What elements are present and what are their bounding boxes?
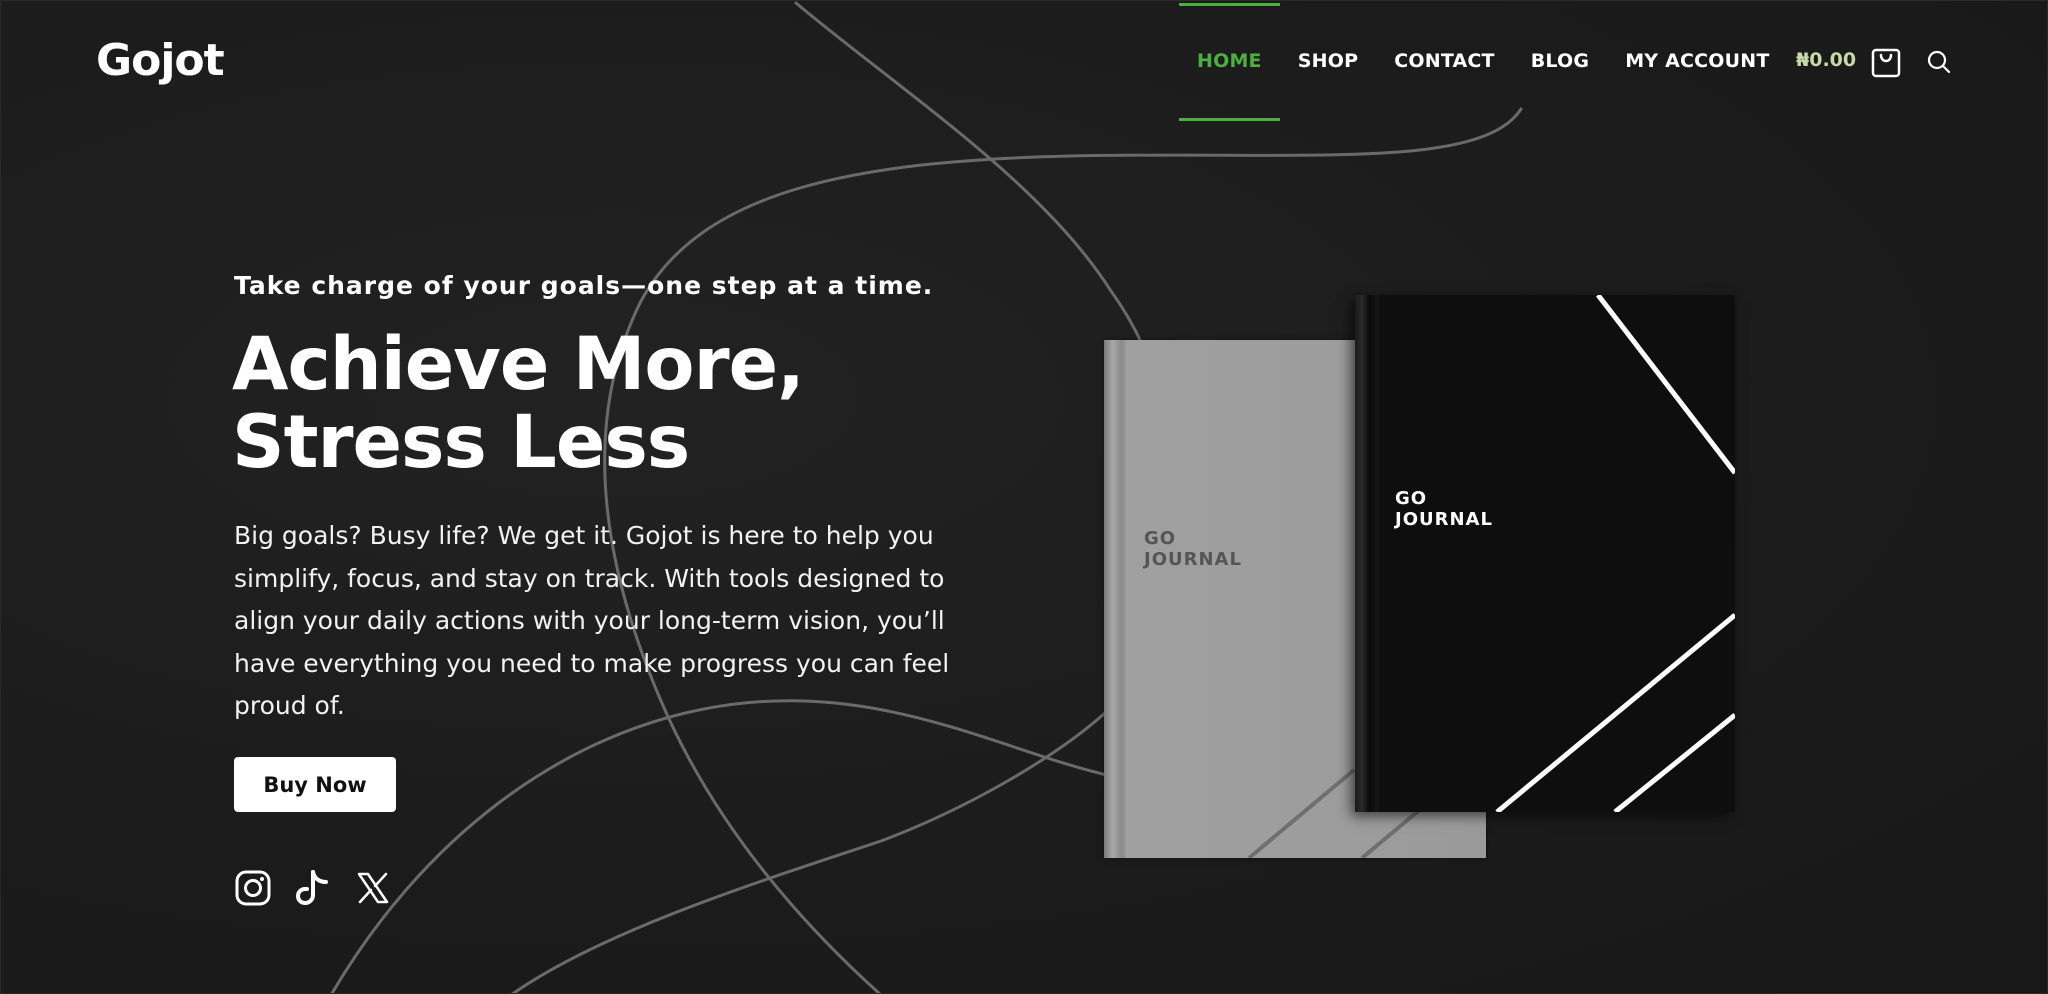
black-journal-title: GO JOURNAL <box>1395 488 1493 530</box>
grey-journal-title-line-1: GO <box>1144 528 1177 549</box>
main-nav: HOME SHOP CONTACT BLOG MY ACCOUNT <box>1179 1 1788 121</box>
nav-blog[interactable]: BLOG <box>1513 1 1607 121</box>
instagram-icon[interactable] <box>234 869 272 907</box>
nav-my-account[interactable]: MY ACCOUNT <box>1607 1 1787 121</box>
shopping-bag-icon[interactable] <box>1871 46 1901 78</box>
cart-total[interactable]: ₦0.00 <box>1796 49 1856 71</box>
nav-contact[interactable]: CONTACT <box>1376 1 1513 121</box>
black-journal-stripes <box>1495 295 1735 812</box>
hero-tagline: Take charge of your goals—one step at a … <box>234 271 934 300</box>
tiktok-icon[interactable] <box>294 869 332 907</box>
nav-shop[interactable]: SHOP <box>1280 1 1376 121</box>
hero-description: Big goals? Busy life? We get it. Gojot i… <box>234 521 950 720</box>
black-journal-title-line-1: GO <box>1395 488 1428 509</box>
headline-line-1: Achieve More, <box>232 322 805 407</box>
headline-line-2: Stress Less <box>232 400 690 485</box>
black-journal-title-line-2: JOURNAL <box>1395 509 1493 530</box>
page: Gojot HOME SHOP CONTACT BLOG MY ACCOUNT … <box>0 0 2048 994</box>
nav-home[interactable]: HOME <box>1179 1 1280 121</box>
background-swirls <box>330 1 1523 993</box>
hero-headline: Achieve More, Stress Less <box>232 326 932 482</box>
x-icon[interactable] <box>354 869 392 907</box>
buy-now-button[interactable]: Buy Now <box>234 757 396 812</box>
grey-journal-title: GO JOURNAL <box>1144 528 1242 570</box>
search-icon[interactable] <box>1926 49 1952 75</box>
social-links <box>234 869 392 907</box>
black-journal-image: GO JOURNAL <box>1355 295 1735 812</box>
logo[interactable]: Gojot <box>96 35 225 86</box>
grey-journal-title-line-2: JOURNAL <box>1144 549 1242 570</box>
